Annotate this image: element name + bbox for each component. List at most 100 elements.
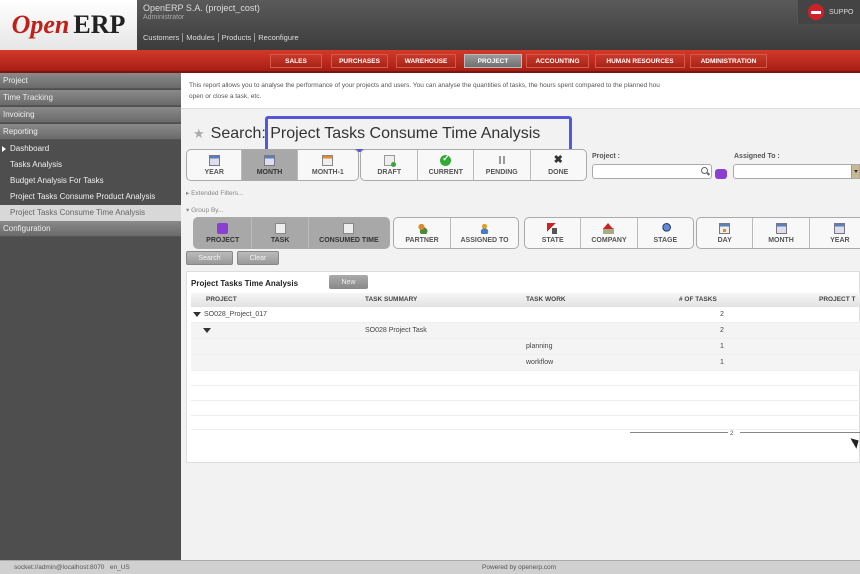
assigned-to-label: Assigned To :: [734, 153, 780, 160]
group-task[interactable]: TASK: [251, 218, 308, 248]
link-reconfigure[interactable]: Reconfigure: [254, 33, 301, 42]
top-header: Open ERP OpenERP S.A. (project_cost) Admi…: [0, 0, 860, 50]
menu-warehouse[interactable]: WAREHOUSE: [396, 54, 456, 68]
table-row[interactable]: planning 1: [191, 339, 860, 355]
table-header: PROJECT TASK SUMMARY TASK WORK # OF TASK…: [191, 293, 860, 307]
support-button[interactable]: SUPPO: [797, 0, 860, 24]
star-icon[interactable]: ★: [193, 126, 205, 142]
filter-month-1[interactable]: MONTH-1: [296, 150, 358, 180]
calendar-icon: [775, 223, 787, 234]
column-task-work[interactable]: TASK WORK: [526, 296, 566, 303]
filter-draft[interactable]: DRAFT: [361, 150, 417, 180]
expand-icon[interactable]: [193, 311, 201, 317]
group-stage[interactable]: STAGE: [636, 218, 693, 248]
link-customers[interactable]: Customers: [143, 33, 182, 42]
top-links: Customers Modules Products Reconfigure: [143, 33, 302, 42]
task-icon: [274, 223, 286, 234]
extended-filters-toggle[interactable]: ▸ Extended Filters...: [186, 189, 243, 197]
expand-icon[interactable]: [203, 327, 211, 333]
group-partner[interactable]: PARTNER: [394, 218, 450, 248]
calendar-icon: [208, 155, 220, 166]
column-num-tasks[interactable]: # OF TASKS: [679, 296, 717, 303]
group-by-set-2: PARTNER ASSIGNED TO: [393, 217, 519, 249]
openerp-logo[interactable]: Open ERP: [0, 0, 137, 50]
sidebar-section-invoicing[interactable]: Invoicing: [0, 107, 181, 123]
menu-purchases[interactable]: PURCHASES: [331, 54, 388, 68]
group-project[interactable]: PROJECT: [194, 218, 252, 248]
company-name: OpenERP S.A. (project_cost): [143, 3, 260, 13]
project-input[interactable]: [592, 164, 712, 179]
menu-administration[interactable]: ADMINISTRATION: [690, 54, 767, 68]
list-panel: Project Tasks Time Analysis New PROJECT …: [186, 271, 860, 463]
language: en_US: [109, 564, 130, 571]
project-label: Project :: [592, 153, 621, 160]
sidebar: Project Time Tracking Invoicing Reportin…: [0, 73, 181, 560]
connection-info: socket://admin@localhost:8070: [14, 564, 105, 571]
group-day[interactable]: DAY: [697, 218, 752, 248]
group-year[interactable]: YEAR: [808, 218, 860, 248]
state-icon: [547, 223, 559, 234]
folder-icon[interactable]: [715, 169, 727, 179]
group-consumed-time[interactable]: CONSUMED TIME: [307, 218, 389, 248]
powered-by-link[interactable]: Powered by openerp.com: [482, 564, 556, 571]
menu-human-resources[interactable]: HUMAN RESOURCES: [595, 54, 685, 68]
group-assigned-to[interactable]: ASSIGNED TO: [450, 218, 518, 248]
filter-year[interactable]: YEAR: [187, 150, 241, 180]
draft-icon: [383, 155, 396, 167]
menu-accounting[interactable]: ACCOUNTING: [526, 54, 589, 68]
column-task-summary[interactable]: TASK SUMMARY: [365, 296, 417, 303]
chevron-down-icon[interactable]: [851, 165, 859, 178]
sidebar-section-configuration[interactable]: Configuration: [0, 221, 181, 237]
table-row[interactable]: SO028 Project Task 2: [191, 323, 860, 339]
filter-current[interactable]: CURRENT: [417, 150, 473, 180]
task-icon: [343, 223, 355, 234]
group-by-set-1: PROJECT TASK CONSUMED TIME: [193, 217, 390, 249]
new-button[interactable]: New: [329, 275, 368, 289]
sidebar-item-consume-product[interactable]: Project Tasks Consume Product Analysis: [0, 189, 181, 205]
group-by-toggle[interactable]: ▾ Group By...: [186, 206, 223, 214]
filter-done[interactable]: ✖ DONE: [529, 150, 587, 180]
sidebar-section-reporting[interactable]: Reporting: [0, 124, 181, 140]
group-by-set-4: DAY MONTH YEAR: [696, 217, 860, 249]
search-icon[interactable]: [701, 167, 708, 174]
help-text: This report allows you to analyse the pe…: [181, 73, 860, 109]
calendar-icon: [719, 223, 731, 234]
column-project[interactable]: PROJECT: [206, 296, 237, 303]
total-num-tasks: 2: [730, 430, 734, 437]
group-state[interactable]: STATE: [525, 218, 580, 248]
menu-sales[interactable]: SALES: [270, 54, 322, 68]
clear-button[interactable]: Clear: [237, 251, 279, 265]
company-icon: [603, 223, 615, 234]
partner-icon: [416, 223, 428, 234]
table-row[interactable]: SO028_Project_017 2: [191, 307, 860, 323]
search-button[interactable]: Search: [186, 251, 233, 265]
sidebar-item-dashboard[interactable]: Dashboard: [0, 141, 181, 157]
calendar-icon: [834, 223, 846, 234]
column-project-time[interactable]: PROJECT T: [819, 296, 855, 303]
group-by-set-3: STATE COMPANY STAGE: [524, 217, 694, 249]
sidebar-section-project[interactable]: Project: [0, 73, 181, 89]
filter-pending[interactable]: PENDING: [473, 150, 530, 180]
assigned-to-select[interactable]: [733, 164, 860, 179]
calendar-icon: [264, 155, 276, 166]
group-month[interactable]: MONTH: [752, 218, 808, 248]
main-content: This report allows you to analyse the pe…: [181, 73, 860, 560]
sidebar-item-consume-time[interactable]: Project Tasks Consume Time Analysis: [0, 205, 181, 221]
state-filter-group: DRAFT CURRENT PENDING ✖DONE: [360, 149, 587, 181]
sidebar-item-tasks-analysis[interactable]: Tasks Analysis: [0, 157, 181, 173]
total-line: [630, 432, 728, 433]
link-modules[interactable]: Modules: [182, 33, 217, 42]
empty-row: [191, 415, 860, 416]
filter-month[interactable]: MONTH: [241, 150, 297, 180]
sidebar-item-budget-analysis[interactable]: Budget Analysis For Tasks: [0, 173, 181, 189]
support-icon: [808, 4, 824, 20]
date-filter-group: YEAR MONTH MONTH-1: [186, 149, 359, 181]
main-menu: SALES PURCHASES WAREHOUSE PROJECT ACCOUN…: [0, 50, 860, 73]
table-row[interactable]: workflow 1: [191, 355, 860, 371]
link-products[interactable]: Products: [217, 33, 255, 42]
group-company[interactable]: COMPANY: [580, 218, 636, 248]
menu-project[interactable]: PROJECT: [464, 54, 522, 68]
check-icon: [440, 153, 452, 166]
sidebar-section-time-tracking[interactable]: Time Tracking: [0, 90, 181, 106]
empty-row: [191, 400, 860, 401]
